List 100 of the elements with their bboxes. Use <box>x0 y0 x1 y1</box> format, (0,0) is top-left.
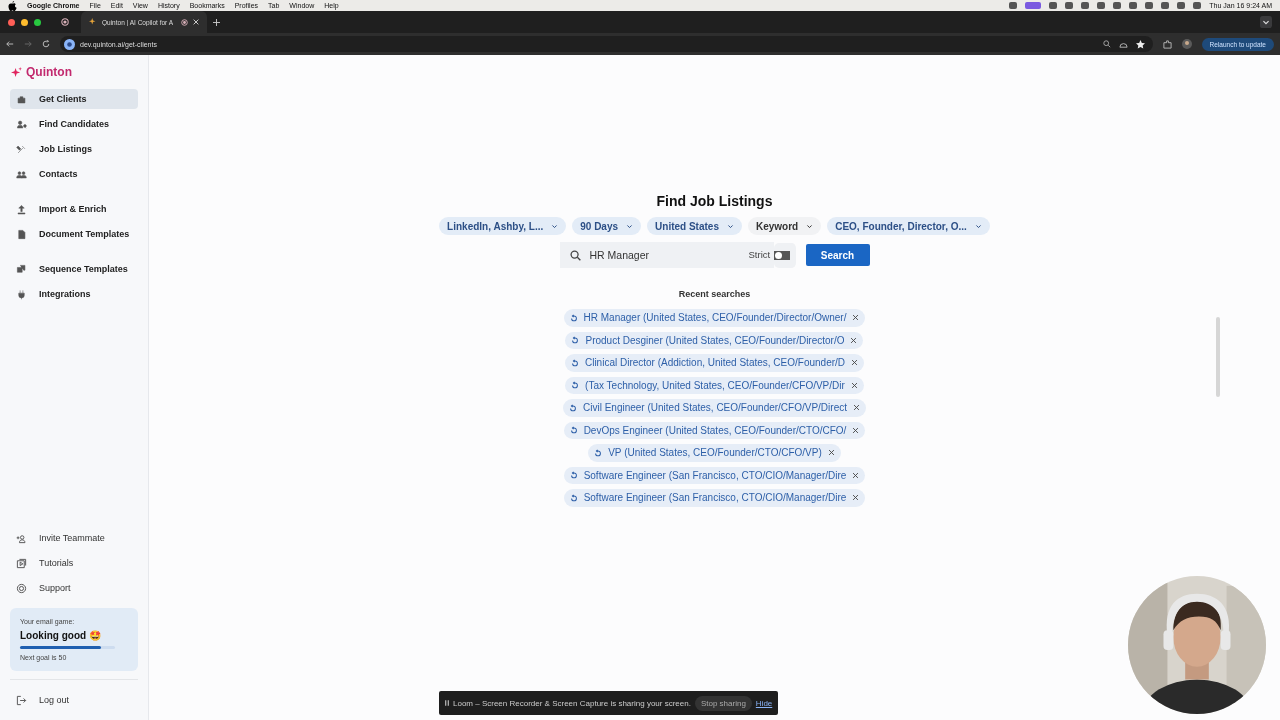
filter-dropdown[interactable]: LinkedIn, Ashby, L... <box>439 217 567 235</box>
stop-sharing-button[interactable]: Stop sharing <box>694 695 752 711</box>
recent-search-chip[interactable]: (Tax Technology, United States, CEO/Founder/CFO/VP/Dir <box>565 376 864 394</box>
sidebar-item[interactable]: Document Templates <box>10 224 138 244</box>
recent-search-chip[interactable]: Civil Engineer (United States, CEO/Founder/CFO/VP/Direct <box>563 399 866 417</box>
sidebar-item[interactable]: Contacts <box>10 164 138 184</box>
sidebar-item[interactable]: Invite Teammate <box>10 528 138 548</box>
sidebar-item[interactable]: Find Candidates <box>10 114 138 134</box>
filter-dropdown[interactable]: 90 Days <box>572 217 642 235</box>
history-icon[interactable] <box>569 471 578 480</box>
document-icon <box>16 228 27 240</box>
history-icon[interactable] <box>569 403 577 412</box>
zoom-window-button[interactable] <box>34 18 41 26</box>
close-window-button[interactable] <box>8 18 15 26</box>
close-icon[interactable] <box>852 471 860 479</box>
recent-search-text[interactable]: HR Manager (United States, CEO/Founder/Director/Owner/ <box>583 312 847 324</box>
profile-icon[interactable] <box>1181 39 1192 49</box>
lifebuoy-icon <box>16 582 27 594</box>
close-icon[interactable] <box>851 359 859 367</box>
history-icon[interactable] <box>571 336 580 345</box>
close-icon[interactable] <box>852 494 860 502</box>
filter-dropdown[interactable]: United States <box>647 217 742 235</box>
extensions-icon[interactable] <box>1162 39 1172 49</box>
reload-icon[interactable] <box>42 40 50 48</box>
sidebar-item[interactable]: Tutorials <box>10 553 138 573</box>
close-icon[interactable] <box>852 426 860 434</box>
recent-search-text[interactable]: Clinical Director (Addiction, United States, CEO/Founder/D <box>584 357 846 369</box>
sidebar-item[interactable]: Support <box>10 578 138 598</box>
section-heading: Recent searches <box>678 289 751 299</box>
new-tab-icon[interactable] <box>213 18 220 26</box>
scrollbar-thumb[interactable] <box>1216 317 1220 397</box>
history-icon[interactable] <box>569 313 578 322</box>
filter-dropdown[interactable]: Keyword <box>747 217 822 235</box>
sidebar-item[interactable]: Job Listings <box>10 139 138 159</box>
history-icon[interactable] <box>571 381 580 390</box>
chevron-icon <box>806 222 814 230</box>
zoom-icon[interactable] <box>1102 40 1111 48</box>
hide-link[interactable]: Hide <box>755 698 773 708</box>
history-icon[interactable] <box>569 426 578 435</box>
logout-item[interactable]: Log out <box>10 690 138 710</box>
game-status: Looking good 🤩 <box>20 630 102 641</box>
recent-search-text[interactable]: Software Engineer (San Francisco, CTO/CIO/Manager/Dire <box>583 492 847 504</box>
video-library-icon <box>16 557 27 569</box>
history-icon[interactable] <box>569 493 578 502</box>
chevron-icon <box>726 222 734 230</box>
recent-search-text[interactable]: VP (United States, CEO/Founder/CTO/CFO/VP) <box>608 447 822 459</box>
logo-text[interactable]: Quinton <box>26 65 72 79</box>
tools-icon <box>16 143 27 155</box>
strict-label: Strict <box>748 242 775 268</box>
chevron-icon <box>551 222 559 230</box>
close-icon[interactable] <box>850 381 858 389</box>
chevron-icon <box>626 222 634 230</box>
recent-search-chip[interactable]: Product Desginer (United States, CEO/Founder/Director/O <box>565 331 864 349</box>
recent-search-chip[interactable]: Software Engineer (San Francisco, CTO/CIO/Manager/Dire <box>563 489 866 507</box>
search-field[interactable]: HR Manager <box>559 242 749 268</box>
recent-search-text[interactable]: Civil Engineer (United States, CEO/Founder/CFO/VP/Direct <box>583 402 847 414</box>
history-icon[interactable] <box>570 358 579 367</box>
close-icon[interactable] <box>852 314 860 322</box>
sidebar-item[interactable]: Integrations <box>10 284 138 304</box>
close-icon[interactable] <box>827 449 835 457</box>
status-icon[interactable] <box>1009 2 1018 9</box>
recording-icon <box>181 18 188 26</box>
minimize-window-button[interactable] <box>21 18 28 26</box>
star-icon[interactable] <box>1135 39 1145 49</box>
recent-search-chip[interactable]: VP (United States, CEO/Founder/CTO/CFO/VP) <box>588 444 841 462</box>
pause-icon[interactable] <box>445 700 449 706</box>
strict-toggle[interactable] <box>774 242 797 268</box>
page-title: Find Job Listings <box>656 193 773 209</box>
upload-icon <box>16 203 27 215</box>
recent-search-text[interactable]: (Tax Technology, United States, CEO/Founder/CFO/VP/Dir <box>585 379 845 391</box>
people-icon <box>16 168 27 180</box>
close-icon[interactable] <box>850 336 858 344</box>
close-icon[interactable] <box>853 404 860 412</box>
recent-search-chip[interactable]: DevOps Engineer (United States, CEO/Founder/CTO/CFO/ <box>563 421 866 439</box>
chevron-icon[interactable] <box>1260 16 1272 28</box>
sparkle-icon <box>89 18 97 26</box>
history-icon[interactable] <box>594 448 603 457</box>
sidebar-item[interactable]: Import & Enrich <box>10 199 138 219</box>
recent-search-text[interactable]: Product Desginer (United States, CEO/Founder/Director/O <box>585 334 845 346</box>
sidebar-item[interactable]: Sequence Templates <box>10 259 138 279</box>
apple-icon[interactable] <box>8 0 17 11</box>
plug-icon <box>16 288 27 300</box>
filter-dropdown[interactable]: CEO, Founder, Director, O... <box>827 217 990 235</box>
recent-search-text[interactable]: DevOps Engineer (United States, CEO/Founder/CTO/CFO/ <box>583 424 847 436</box>
back-icon[interactable] <box>6 40 14 48</box>
site-info-icon[interactable] <box>64 38 75 50</box>
person-search-icon <box>16 118 27 130</box>
briefcase-icon <box>16 93 27 105</box>
add-person-icon <box>16 532 27 544</box>
recent-search-chip[interactable]: Clinical Director (Addiction, United States, CEO/Founder/D <box>564 354 865 372</box>
logout-icon <box>16 694 27 706</box>
search-button[interactable]: Search <box>805 244 870 266</box>
recent-search-chip[interactable]: HR Manager (United States, CEO/Founder/Director/Owner/ <box>563 309 866 327</box>
status-icon[interactable] <box>1025 2 1042 9</box>
recent-search-chip[interactable]: Software Engineer (San Francisco, CTO/CIO/Manager/Dire <box>563 466 866 484</box>
chevron-icon <box>974 222 982 230</box>
sidebar-item[interactable]: Get Clients <box>10 89 138 109</box>
sparkle-icon <box>11 66 22 78</box>
recent-search-text[interactable]: Software Engineer (San Francisco, CTO/CIO/Manager/Dire <box>583 469 847 481</box>
recording-icon[interactable] <box>61 18 69 26</box>
